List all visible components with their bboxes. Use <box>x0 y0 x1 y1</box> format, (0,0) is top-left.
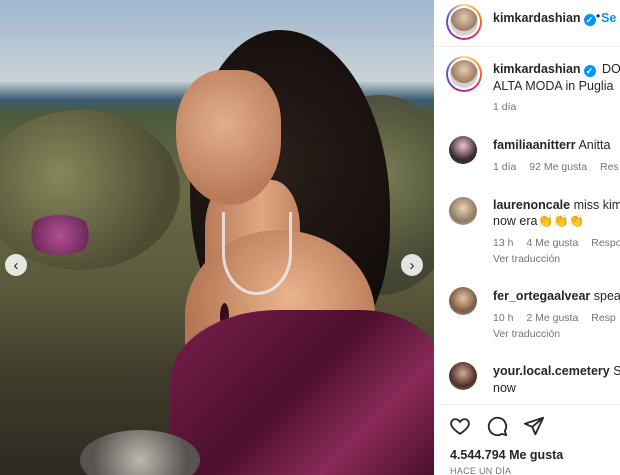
share-icon[interactable] <box>523 415 545 437</box>
background-flowers <box>25 215 95 255</box>
comment-username[interactable]: familiaanitterr <box>493 138 576 152</box>
heart-icon[interactable] <box>449 415 471 437</box>
comment-meta: 10 h 2 Me gusta Resp <box>493 312 620 324</box>
comment-meta: 1 día 92 Me gusta Res <box>493 161 620 173</box>
author-username[interactable]: kimkardashian ✓ <box>493 11 596 26</box>
likes-count[interactable]: 4.544.794 Me gusta <box>450 448 563 462</box>
comment: laurenoncale miss kim <box>493 198 620 212</box>
background-foliage <box>0 110 180 270</box>
post-timestamp: HACE UN DÍA <box>450 466 512 475</box>
comment-icon[interactable] <box>486 415 508 437</box>
comment-username[interactable]: fer_ortegaalvear <box>493 289 590 303</box>
comment: fer_ortegaalvear spea <box>493 289 620 303</box>
comment-text: Sl <box>613 364 620 378</box>
comment-text-line2: now era👏👏👏 <box>493 214 585 228</box>
caption-avatar[interactable] <box>446 56 482 92</box>
author-avatar[interactable] <box>446 4 482 40</box>
caption-text: DOL <box>602 62 620 76</box>
caption-username[interactable]: kimkardashian✓ DOL <box>493 62 620 77</box>
comment-age: 13 h <box>493 237 514 249</box>
caption-age: 1 día <box>493 101 517 113</box>
comment-text: spea <box>593 289 620 303</box>
chevron-left-icon[interactable]: ‹ <box>5 254 27 276</box>
comment-likes[interactable]: 2 Me gusta <box>526 312 578 324</box>
chevron-right-icon[interactable]: › <box>401 254 423 276</box>
see-translation-link[interactable]: Ver traducción <box>493 253 560 265</box>
reply-button[interactable]: Res <box>600 161 619 173</box>
comment-likes[interactable]: 4 Me gusta <box>526 237 578 249</box>
comment: your.local.cemetery Sl <box>493 364 620 378</box>
verified-badge-icon: ✓ <box>583 65 596 77</box>
comment-avatar[interactable] <box>449 362 477 390</box>
face <box>176 70 281 205</box>
comment-text: Anitta <box>578 138 611 152</box>
comment-likes[interactable]: 92 Me gusta <box>529 161 587 173</box>
comment-username[interactable]: laurenoncale <box>493 198 570 212</box>
reply-button[interactable]: Respo <box>591 237 620 249</box>
reply-button[interactable]: Resp <box>591 312 616 324</box>
caption-text-line2: ALTA MODA in Puglia <box>493 79 614 93</box>
post-actions-bar: 4.544.794 Me gusta HACE UN DÍA <box>434 404 620 475</box>
follow-button[interactable]: Se <box>601 11 616 25</box>
separator-dot: • <box>596 9 601 23</box>
comment: familiaanitterr Anitta <box>493 138 610 152</box>
comment-avatar[interactable] <box>449 136 477 164</box>
post-side-panel: kimkardashian✓ • Se kimkardashian✓ DOL A… <box>434 0 620 475</box>
comment-avatar[interactable] <box>449 197 477 225</box>
post-image[interactable] <box>0 0 434 475</box>
comment-avatar[interactable] <box>449 287 477 315</box>
comment-text-line2: now <box>493 381 516 395</box>
comment-username[interactable]: your.local.cemetery <box>493 364 610 378</box>
comment-age: 1 día <box>493 161 517 173</box>
post-header: kimkardashian ✓ • Se <box>434 0 620 47</box>
dress <box>170 310 434 475</box>
comment-age: 10 h <box>493 312 514 324</box>
comment-text: miss kim <box>573 198 620 212</box>
comment-meta: 13 h 4 Me gusta Respo <box>493 237 620 249</box>
see-translation-link[interactable]: Ver traducción <box>493 328 560 340</box>
necklace <box>222 212 292 295</box>
verified-badge-icon: ✓ <box>583 14 596 26</box>
